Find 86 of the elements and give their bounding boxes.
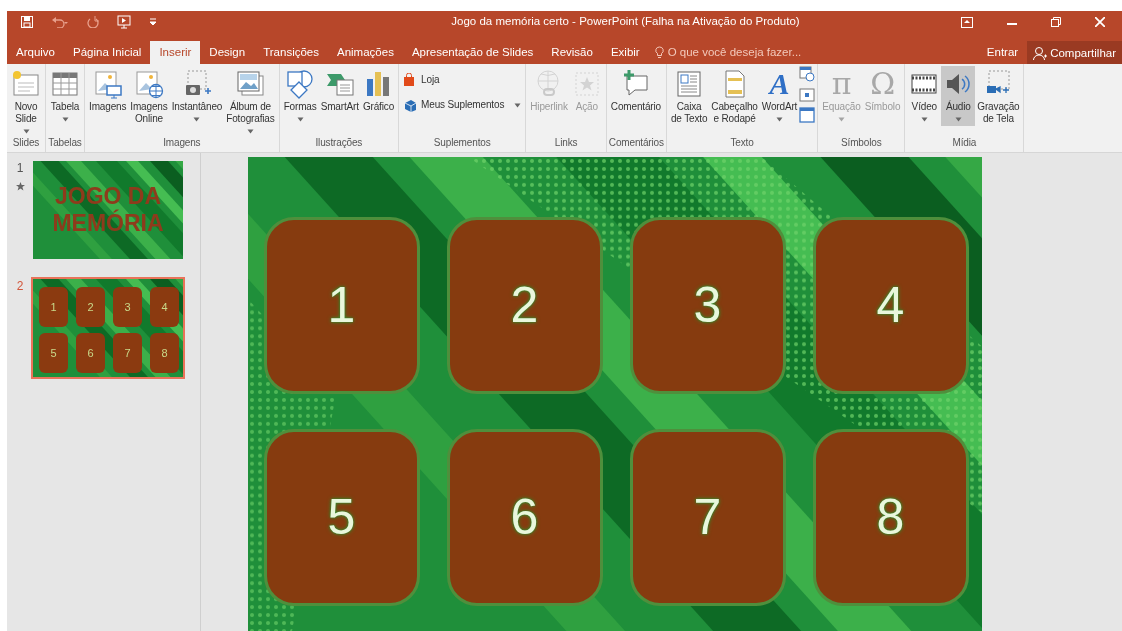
search-placeholder: O que você deseja fazer... bbox=[667, 44, 802, 60]
ribbon-button[interactable]: Gráfico bbox=[360, 66, 397, 114]
group-label: Ilustrações bbox=[315, 136, 363, 150]
caret-icon[interactable] bbox=[246, 128, 254, 134]
ribbon-tab[interactable]: Design bbox=[200, 41, 255, 64]
caret-icon[interactable] bbox=[776, 116, 783, 122]
memory-card: 3 bbox=[113, 287, 142, 327]
memory-card: 7 bbox=[113, 333, 142, 373]
group-label: Comentários bbox=[608, 136, 664, 150]
caret-icon[interactable] bbox=[296, 116, 304, 122]
ribbon-button[interactable]: Meus Suplementos bbox=[401, 95, 524, 114]
lightbulb-icon bbox=[654, 46, 664, 59]
date-time-icon bbox=[799, 66, 816, 83]
ribbon-button[interactable]: Instantâneo bbox=[169, 66, 225, 126]
caret-icon[interactable] bbox=[954, 116, 962, 122]
ribbon-tab[interactable]: Página Inicial bbox=[64, 41, 151, 64]
ribbon-tab[interactable]: Inserir bbox=[150, 41, 201, 64]
pi-icon: π bbox=[831, 67, 852, 101]
ribbon-button[interactable]: Álbum de Fotografias bbox=[224, 66, 277, 138]
slide-number: 2 bbox=[16, 278, 24, 295]
group-label: Slides bbox=[12, 136, 40, 150]
memory-card: 6 bbox=[446, 429, 603, 606]
caret-icon[interactable] bbox=[22, 128, 30, 134]
group-label: Links bbox=[554, 136, 578, 150]
slide-number: 1 bbox=[16, 160, 24, 177]
ribbon-button[interactable]: SmartArt bbox=[318, 66, 361, 114]
slide-title: JOGO DA MEMÓRIA bbox=[51, 183, 165, 237]
search-field[interactable]: O que você deseja fazer... bbox=[654, 41, 802, 64]
group-label: Mídia bbox=[952, 136, 977, 150]
sign-in-link[interactable]: Entrar bbox=[977, 41, 1028, 64]
ribbon-tab[interactable]: Arquivo bbox=[7, 41, 64, 64]
slide-number-icon bbox=[799, 86, 816, 103]
caret-icon[interactable] bbox=[920, 116, 928, 122]
caret-icon[interactable] bbox=[61, 116, 69, 122]
ribbon-tab[interactable]: Apresentação de Slides bbox=[402, 41, 543, 64]
ribbon-button[interactable]: Loja bbox=[401, 70, 524, 89]
share-button[interactable]: Compartilhar bbox=[1027, 41, 1122, 64]
save-icon[interactable] bbox=[21, 16, 33, 28]
group-label: Tabelas bbox=[48, 136, 82, 150]
ribbon-button[interactable]: Tabela bbox=[48, 66, 82, 126]
slideshow-icon[interactable] bbox=[117, 15, 131, 29]
caret-icon[interactable] bbox=[193, 116, 201, 122]
memory-card: 5 bbox=[39, 333, 68, 373]
ribbon-button[interactable]: Novo Slide bbox=[9, 66, 43, 138]
object-icon bbox=[799, 107, 816, 124]
ribbon-button[interactable]: Comentário bbox=[608, 66, 664, 114]
window-title: Jogo da memória certo - PowerPoint (Falha na Ativação do Produto) bbox=[450, 14, 801, 30]
ribbon-options-icon[interactable] bbox=[961, 16, 973, 28]
ribbon-tab[interactable]: Transições bbox=[254, 41, 328, 64]
memory-card: 3 bbox=[629, 217, 786, 394]
ribbon-button[interactable]: Caixa de Texto bbox=[668, 66, 710, 126]
memory-card: 2 bbox=[76, 287, 105, 327]
memory-card: 7 bbox=[629, 429, 786, 606]
group-label: Texto bbox=[730, 136, 754, 150]
group-label: Imagens bbox=[163, 136, 201, 150]
caret-icon[interactable] bbox=[514, 102, 522, 108]
ribbon-tab[interactable]: Exibir bbox=[601, 41, 649, 64]
memory-card: 1 bbox=[39, 287, 68, 327]
ribbon-button[interactable]: A WordArt bbox=[759, 66, 800, 126]
omega-icon: Ω bbox=[870, 67, 895, 101]
group-label: Símbolos bbox=[841, 136, 882, 150]
memory-card: 4 bbox=[150, 287, 179, 327]
restore-icon[interactable] bbox=[1051, 17, 1061, 27]
ribbon-button[interactable]: Áudio bbox=[941, 66, 976, 126]
ribbon-button[interactable]: Imagens Online bbox=[128, 66, 170, 126]
ribbon-button[interactable]: Formas bbox=[281, 66, 319, 126]
undo-icon[interactable] bbox=[51, 16, 69, 28]
memory-card: 5 bbox=[263, 429, 420, 606]
ribbon-button[interactable]: Imagens bbox=[87, 66, 129, 114]
customize-icon[interactable] bbox=[149, 17, 157, 27]
memory-card: 8 bbox=[150, 333, 179, 373]
close-icon[interactable] bbox=[1095, 17, 1105, 27]
ribbon-tab[interactable]: Animações bbox=[328, 41, 403, 64]
memory-card: 2 bbox=[446, 217, 603, 394]
memory-card: 8 bbox=[812, 429, 969, 606]
memory-card: 4 bbox=[812, 217, 969, 394]
memory-card: 6 bbox=[76, 333, 105, 373]
ribbon-tab[interactable]: Revisão bbox=[542, 41, 602, 64]
wordart-icon: A bbox=[769, 67, 790, 101]
ribbon-button[interactable]: Gravação de Tela bbox=[975, 66, 1022, 126]
ribbon-button[interactable]: Vídeo bbox=[907, 66, 942, 126]
group-label: Suplementos bbox=[433, 136, 491, 150]
slide-thumbnail[interactable]: 1 2 3 4 5 6 7 8 bbox=[31, 277, 185, 379]
ribbon-button[interactable]: Cabeçalho e Rodapé bbox=[709, 66, 760, 126]
memory-card: 1 bbox=[263, 217, 420, 394]
person-icon bbox=[1033, 45, 1048, 60]
